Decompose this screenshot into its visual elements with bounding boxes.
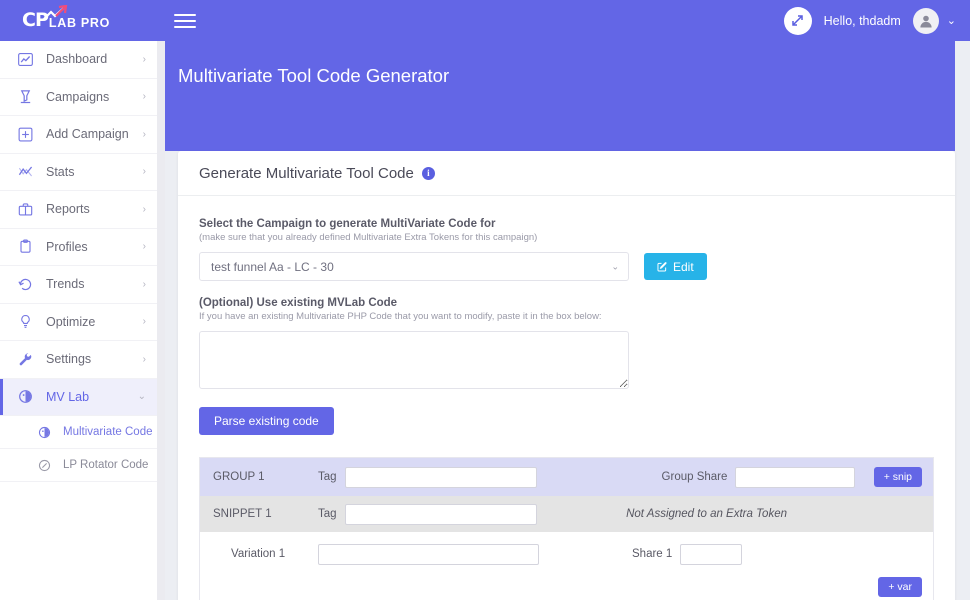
info-circle-icon[interactable]: i [422, 167, 435, 180]
campaign-select[interactable]: test funnel Aa - LC - 30 ⌄ [199, 252, 629, 281]
user-avatar-icon[interactable] [913, 8, 939, 34]
chevron-right-icon: › [143, 91, 146, 102]
sidebar-item-label: Add Campaign [46, 127, 143, 141]
chevron-down-icon: ⌄ [138, 391, 146, 402]
variation-title: Variation 1 [213, 548, 318, 560]
campaign-select-label: Select the Campaign to generate MultiVar… [199, 218, 934, 230]
mvlab-code-textarea[interactable] [199, 331, 629, 389]
sidebar-item-label: Profiles [46, 240, 143, 254]
briefcase-icon [18, 202, 38, 217]
sidebar-item-label: Settings [46, 352, 143, 366]
sidebar-item-stats[interactable]: Stats › [0, 154, 157, 192]
sidebar-item-label: MV Lab [46, 390, 138, 404]
snippet-tag-input[interactable] [345, 504, 537, 525]
sidebar-item-mv-lab[interactable]: MV Lab ⌄ [0, 379, 157, 417]
plus-square-icon [18, 127, 38, 142]
snippet-token-status: Not Assigned to an Extra Token [626, 508, 787, 520]
campaign-select-hint: (make sure that you already defined Mult… [199, 232, 934, 243]
sidebar-subitem-multivariate-code[interactable]: Multivariate Code [0, 416, 157, 449]
greeting-text: Hello, thdadm [824, 14, 901, 28]
variation-row: Variation 1 Share 1 [200, 532, 933, 576]
pencil-square-icon [657, 261, 668, 272]
group-share-label: Group Share [662, 471, 728, 483]
parse-existing-code-button[interactable]: Parse existing code [199, 407, 334, 435]
add-variation-button[interactable]: + var [878, 577, 922, 597]
card-heading: Generate Multivariate Tool Code [199, 165, 414, 182]
group-tag-label: Tag [318, 471, 337, 483]
expand-arrows-icon[interactable] [784, 7, 812, 35]
snippet-tag-label: Tag [318, 508, 337, 520]
sidebar-item-profiles[interactable]: Profiles › [0, 229, 157, 267]
campaign-select-value: test funnel Aa - LC - 30 [211, 260, 334, 274]
sidebar-item-label: Trends [46, 277, 143, 291]
hamburger-icon[interactable] [174, 12, 196, 30]
sidebar-item-settings[interactable]: Settings › [0, 341, 157, 379]
variation-share-input[interactable] [680, 544, 742, 565]
wrench-icon [18, 352, 38, 367]
builder-actions-row: + var + snip [200, 576, 933, 600]
sidebar-item-label: Campaigns [46, 90, 143, 104]
group-add-snippet-button[interactable]: + snip [874, 467, 922, 487]
mv-builder: GROUP 1 Tag Group Share + snip SNIPPET 1… [199, 457, 934, 600]
funnel-icon [18, 89, 38, 104]
stats-zigzag-icon [18, 164, 38, 179]
app-logo[interactable]: CP LAB PRO [0, 0, 157, 41]
chevron-right-icon: › [143, 241, 146, 252]
chevron-right-icon: › [143, 354, 146, 365]
card-header: Generate Multivariate Tool Code i [178, 151, 955, 196]
sidebar-scrollbar[interactable] [157, 41, 165, 600]
logo-arrow-icon [43, 5, 69, 21]
chevron-right-icon: › [143, 204, 146, 215]
mvlab-code-label: (Optional) Use existing MVLab Code [199, 297, 934, 309]
group-row: GROUP 1 Tag Group Share + snip [200, 458, 933, 496]
user-menu-chevron-down-icon[interactable]: ⌄ [947, 14, 956, 27]
edit-campaign-button[interactable]: Edit [644, 253, 707, 280]
campaign-select-row: test funnel Aa - LC - 30 ⌄ Edit [199, 252, 934, 281]
history-icon [18, 277, 38, 292]
sidebar-item-trends[interactable]: Trends › [0, 266, 157, 304]
chevron-down-icon: ⌄ [611, 261, 619, 272]
clipboard-icon [18, 239, 38, 254]
sidebar-item-reports[interactable]: Reports › [0, 191, 157, 229]
lp-rotator-icon [38, 459, 56, 472]
sidebar-subitem-label: LP Rotator Code [63, 459, 148, 471]
variation-input[interactable] [318, 544, 539, 565]
variation-share-label: Share 1 [632, 548, 672, 560]
page-title: Multivariate Tool Code Generator [165, 41, 955, 111]
chevron-right-icon: › [143, 316, 146, 327]
edit-campaign-label: Edit [673, 260, 694, 274]
group-tag-input[interactable] [345, 467, 537, 488]
sidebar-item-label: Stats [46, 165, 143, 179]
top-bar: CP LAB PRO Hello, thdadm ⌄ [0, 0, 970, 41]
main-content: Multivariate Tool Code Generator Generat… [165, 41, 970, 600]
sidebar-item-label: Reports [46, 202, 143, 216]
mvlab-code-hint: If you have an existing Multivariate PHP… [199, 311, 934, 322]
sidebar-subitem-label: Multivariate Code [63, 426, 152, 438]
snippet-row: SNIPPET 1 Tag Not Assigned to an Extra T… [200, 496, 933, 532]
chevron-right-icon: › [143, 166, 146, 177]
sidebar-subitem-lp-rotator-code[interactable]: LP Rotator Code [0, 449, 157, 482]
group-share-input[interactable] [735, 467, 855, 488]
sidebar-item-label: Optimize [46, 315, 143, 329]
mv-code-icon [38, 426, 56, 439]
lightbulb-icon [18, 314, 38, 329]
snippet-title: SNIPPET 1 [213, 508, 318, 520]
sidebar: Dashboard › Campaigns › Add Campaign › [0, 41, 157, 600]
chart-line-icon [18, 52, 38, 67]
chevron-right-icon: › [143, 279, 146, 290]
chevron-right-icon: › [143, 54, 146, 65]
group-title: GROUP 1 [213, 471, 318, 483]
mv-lab-icon [18, 389, 38, 404]
sidebar-item-add-campaign[interactable]: Add Campaign › [0, 116, 157, 154]
card-body: Select the Campaign to generate MultiVar… [178, 196, 955, 600]
sidebar-item-dashboard[interactable]: Dashboard › [0, 41, 157, 79]
sidebar-item-campaigns[interactable]: Campaigns › [0, 79, 157, 117]
sidebar-item-label: Dashboard [46, 52, 143, 66]
chevron-right-icon: › [143, 129, 146, 140]
sidebar-item-optimize[interactable]: Optimize › [0, 304, 157, 342]
generator-card: Generate Multivariate Tool Code i Select… [178, 151, 955, 600]
